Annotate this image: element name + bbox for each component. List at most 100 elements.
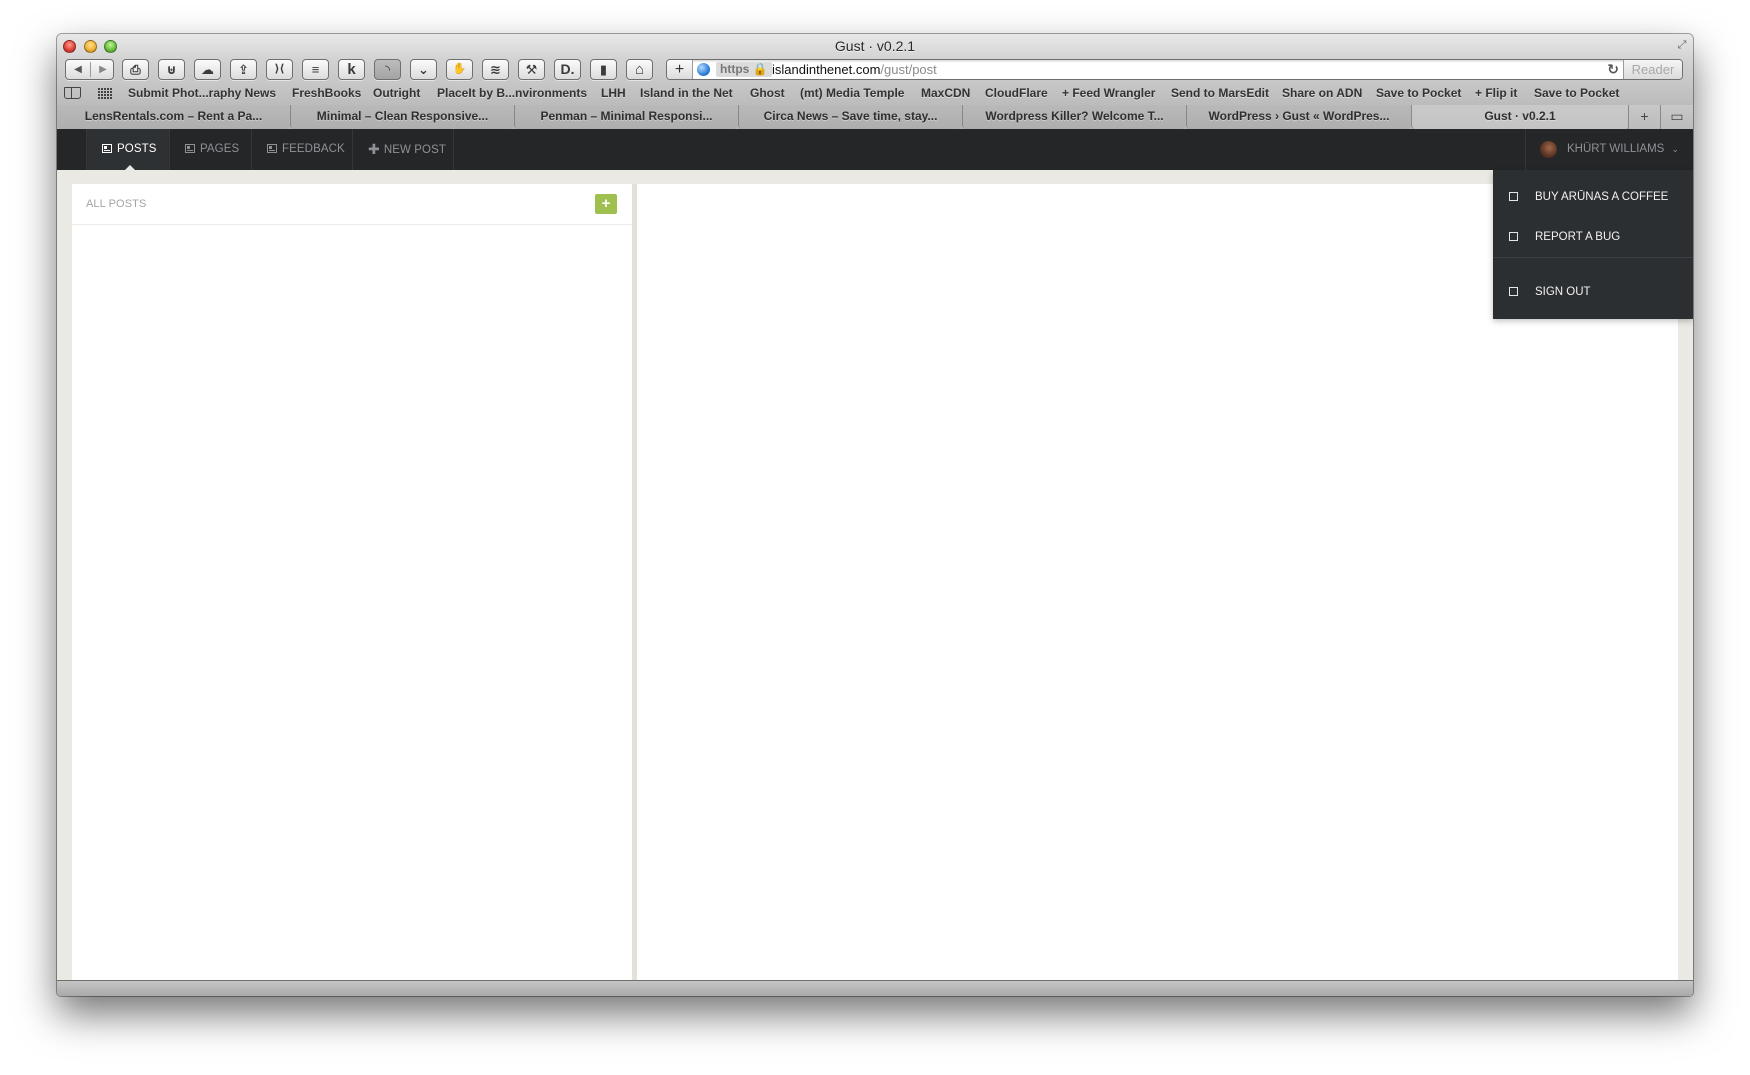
browser-tab[interactable]: Minimal – Clean Responsive... [290,105,514,129]
rss-icon: ◝ [384,62,391,77]
print-icon: ⎙ [130,62,141,77]
new-tab-button[interactable]: + [1628,105,1660,129]
top-sites-icon[interactable] [98,87,113,99]
pages-icon [185,144,195,153]
bookmark-item[interactable]: Submit Phot...raphy News [128,84,276,102]
nav-item-posts[interactable]: POSTS [87,129,170,171]
nav-item-label: NEW POST [383,144,446,156]
bookmarklet-button[interactable]: ▮ [590,59,617,80]
posts-icon [102,144,112,153]
nav-item-new-post[interactable]: ✚ NEW POST [353,129,454,170]
instapaper-button[interactable]: ⊎ [158,59,185,80]
back-forward-buttons: ◀ ▶ [65,59,114,80]
back-button[interactable]: ◀ [66,60,90,79]
bookmark-item[interactable]: PlaceIt by B...nvironments [437,84,587,102]
active-caret [124,165,136,171]
menu-item-report-bug[interactable]: REPORT A BUG [1493,217,1693,257]
share-icon: ⇪ [238,62,249,77]
hammer-button[interactable]: ⚒ [518,59,545,80]
user-dropdown-menu: BUY ARŪNAS A COFFEE REPORT A BUG SIGN OU… [1493,170,1693,319]
browser-chrome: Gust · v0.2.1 ⤢ ◀ ▶ ⎙ ⊎ ☁ ⇪ ⟩⟨ ≡ k ◝ ⌄ ✋… [57,34,1693,129]
posts-list-header: ALL POSTS + [72,184,632,225]
pocket-icon: ⌄ [418,62,429,77]
d-icon: D. [560,61,575,77]
share-button[interactable]: ⇪ [230,59,257,80]
hammer-icon: ⚒ [525,62,538,77]
bookmark-item[interactable]: Island in the Net [640,84,733,102]
evernote-button[interactable]: ✋ [446,59,473,80]
nav-item-pages[interactable]: PAGES [170,129,252,170]
menu-item-label: SIGN OUT [1535,286,1591,298]
checkbox-icon [1509,232,1518,241]
address-bar[interactable]: + https 🔒 islandinthenet.com/gust/post ↻… [666,59,1683,80]
url-input[interactable]: islandinthenet.com/gust/post [772,61,937,78]
app-navbar: POSTS PAGES FEEDBACK ✚ NEW POST KHÜRT WIL… [57,129,1693,171]
feedback-icon [267,144,277,153]
fullscreen-icon[interactable]: ⤢ [1675,38,1689,52]
bookmark-item[interactable]: Share on ADN [1282,84,1362,102]
reload-icon[interactable]: ↻ [1607,61,1619,78]
instapaper-icon: ⊎ [166,62,177,77]
d-button[interactable]: D. [554,59,581,80]
user-menu-toggle[interactable]: KHÜRT WILLIAMS ⌄ [1525,129,1693,170]
browser-tab-active[interactable]: Gust · v0.2.1 [1411,105,1628,129]
chevron-down-icon: ⌄ [1671,144,1679,154]
bookmark-item[interactable]: Ghost [750,84,785,102]
buffer-button[interactable]: ≋ [482,59,509,80]
browser-tab[interactable]: Wordpress Killer? Welcome T... [962,105,1186,129]
browser-tab[interactable]: Penman – Minimal Responsi... [514,105,738,129]
bookmark-item[interactable]: Outright [373,84,420,102]
add-bookmark-button[interactable]: + [667,60,693,79]
forward-button[interactable]: ▶ [91,60,115,79]
menu-item-label: BUY ARŪNAS A COFFEE [1535,191,1669,203]
readability-button[interactable]: ⟩⟨ [266,59,293,80]
add-post-button[interactable]: + [595,194,617,214]
evernote-icon: ✋ [452,63,467,75]
browser-tab[interactable]: WordPress › Gust « WordPres... [1186,105,1411,129]
browser-tab[interactable]: LensRentals.com – Rent a Pa... [57,105,290,129]
bookmark-item[interactable]: MaxCDN [921,84,970,102]
home-button[interactable]: ⌂ [626,59,653,80]
bookmark-item[interactable]: Save to Pocket [1534,84,1619,102]
klout-icon: k [347,61,356,78]
nav-item-feedback[interactable]: FEEDBACK [252,129,353,170]
posts-list-title: ALL POSTS [86,198,147,210]
bookmark-item[interactable]: + Flip it [1475,84,1517,102]
menu-item-label: REPORT A BUG [1535,231,1621,243]
print-button[interactable]: ⎙ [122,59,149,80]
url-domain: islandinthenet.com [772,62,881,77]
bookmark-item[interactable]: FreshBooks [292,84,361,102]
posts-list-panel: ALL POSTS + [72,184,632,980]
window-title: Gust · v0.2.1 [834,38,916,54]
icloud-button[interactable]: ☁ [194,59,221,80]
reading-list-icon[interactable] [64,87,81,99]
buffer-icon: ≋ [490,62,501,77]
plus-icon: ✚ [368,141,380,157]
status-bar [57,980,1693,996]
main-content: ALL POSTS + [72,184,1678,980]
menu-item-sign-out[interactable]: SIGN OUT [1493,272,1693,312]
bookmark-item[interactable]: Save to Pocket [1376,84,1461,102]
reader-list-button[interactable]: ≡ [302,59,329,80]
home-icon: ⌂ [634,61,645,78]
tab-overview-button[interactable]: ▭ [1660,105,1693,129]
pocket-button[interactable]: ⌄ [410,59,437,80]
rss-button[interactable]: ◝ [374,59,401,80]
bookmark-item[interactable]: Send to MarsEdit [1171,84,1269,102]
menu-item-buy-coffee[interactable]: BUY ARŪNAS A COFFEE [1493,177,1693,217]
nav-item-label: PAGES [200,143,240,155]
bookmark-item[interactable]: CloudFlare [985,84,1048,102]
bookmark-item[interactable]: + Feed Wrangler [1062,84,1155,102]
nav-item-label: POSTS [117,143,157,155]
bookmark-item[interactable]: (mt) Media Temple [800,84,904,102]
klout-button[interactable]: k [338,59,365,80]
browser-tab[interactable]: Circa News – Save time, stay... [738,105,962,129]
https-badge: https 🔒 [716,62,772,77]
navbar-spacer [57,129,87,170]
checkbox-icon [1509,192,1518,201]
bookmark-item[interactable]: LHH [601,84,626,102]
reader-button[interactable]: Reader [1623,60,1682,79]
checkbox-icon [1509,287,1518,296]
nav-item-label: FEEDBACK [282,143,345,155]
icloud-icon: ☁ [201,62,214,77]
